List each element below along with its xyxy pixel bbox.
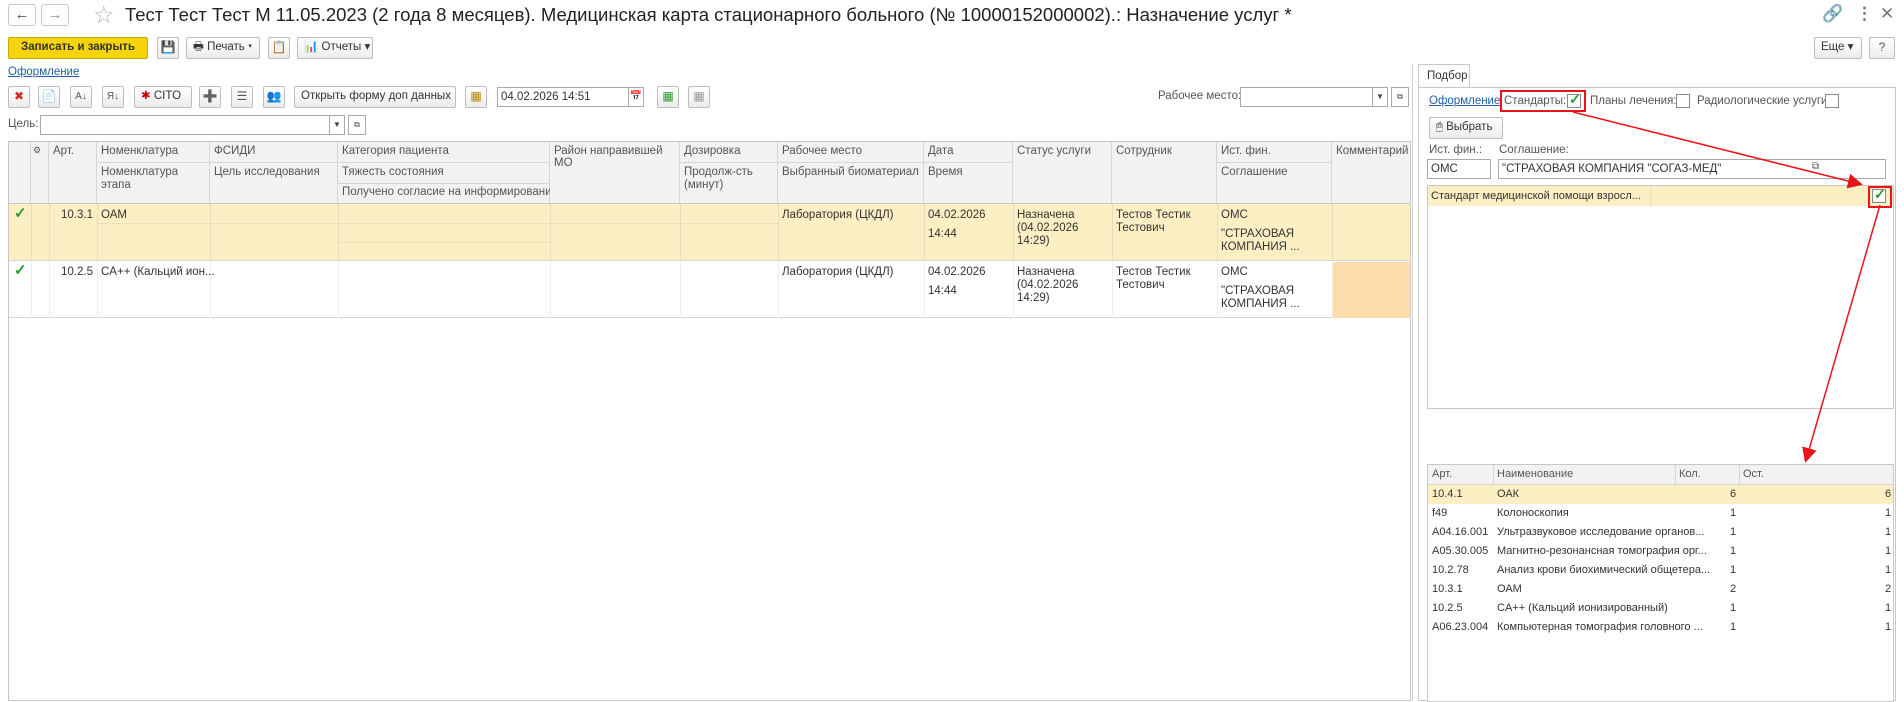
annotation-arrows bbox=[1572, 111, 1881, 463]
annotation-arrow-1 bbox=[1572, 111, 1863, 189]
annotation-arrow-2 bbox=[1802, 204, 1881, 463]
